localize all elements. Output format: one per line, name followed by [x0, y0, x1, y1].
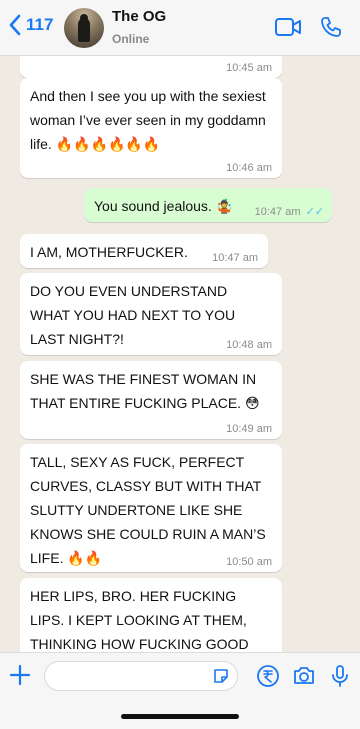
message-bubble[interactable]: I AM, MOTHERFUCKER. 10:47 am [20, 234, 268, 268]
message-text: DO YOU EVEN UNDERSTAND WHAT YOU HAD NEXT… [30, 283, 236, 347]
message-bubble[interactable]: TALL, SEXY AS FUCK, PERFECT CURVES, CLAS… [20, 444, 282, 572]
contact-name[interactable]: The OG [112, 8, 166, 25]
message-time: 10:47 am ✓✓ [254, 206, 324, 218]
avatar[interactable] [64, 8, 104, 48]
plus-icon[interactable] [8, 663, 32, 687]
camera-icon[interactable] [292, 664, 316, 688]
message-list[interactable]: 10:45 am And then I see you up with the … [0, 56, 360, 652]
message-text: I AM, MOTHERFUCKER. [30, 244, 188, 260]
message-time: 10:50 am [226, 556, 272, 568]
message-time: 10:48 am [226, 339, 272, 351]
back-button[interactable]: 117 [8, 14, 53, 36]
contact-status: Online [112, 32, 150, 46]
payment-icon[interactable] [256, 664, 280, 688]
message-bubble[interactable]: 10:45 am [20, 56, 282, 78]
message-input[interactable] [44, 661, 238, 691]
unread-count: 117 [26, 15, 54, 34]
message-time: 10:46 am [226, 162, 272, 174]
video-call-icon[interactable] [274, 16, 302, 43]
message-time: 10:49 am [226, 423, 272, 435]
microphone-icon[interactable] [328, 664, 352, 688]
message-bubble[interactable]: And then I see you up with the sexiest w… [20, 78, 282, 178]
message-time: 10:45 am [226, 62, 272, 74]
chat-header: 117 The OG Online [0, 0, 360, 56]
message-bubble[interactable]: SHE WAS THE FINEST WOMAN IN THAT ENTIRE … [20, 361, 282, 439]
read-ticks-icon: ✓✓ [305, 206, 324, 218]
back-chevron-icon [9, 14, 21, 36]
message-time: 10:47 am [212, 252, 258, 264]
message-bubble[interactable]: HER LIPS, BRO. HER FUCKING LIPS. I KEPT … [20, 578, 282, 652]
message-text: SHE WAS THE FINEST WOMAN IN THAT ENTIRE … [30, 371, 260, 411]
phone-call-icon[interactable] [320, 16, 342, 43]
message-bubble-outgoing[interactable]: You sound jealous. 🤹 10:47 am ✓✓ [84, 188, 332, 222]
message-text: And then I see you up with the sexiest w… [30, 88, 266, 152]
avatar-figure [78, 18, 90, 42]
home-indicator [121, 714, 239, 719]
message-bubble[interactable]: DO YOU EVEN UNDERSTAND WHAT YOU HAD NEXT… [20, 273, 282, 355]
message-text: TALL, SEXY AS FUCK, PERFECT CURVES, CLAS… [30, 454, 266, 566]
sticker-icon[interactable] [212, 667, 230, 685]
message-text: HER LIPS, BRO. HER FUCKING LIPS. I KEPT … [30, 588, 249, 652]
